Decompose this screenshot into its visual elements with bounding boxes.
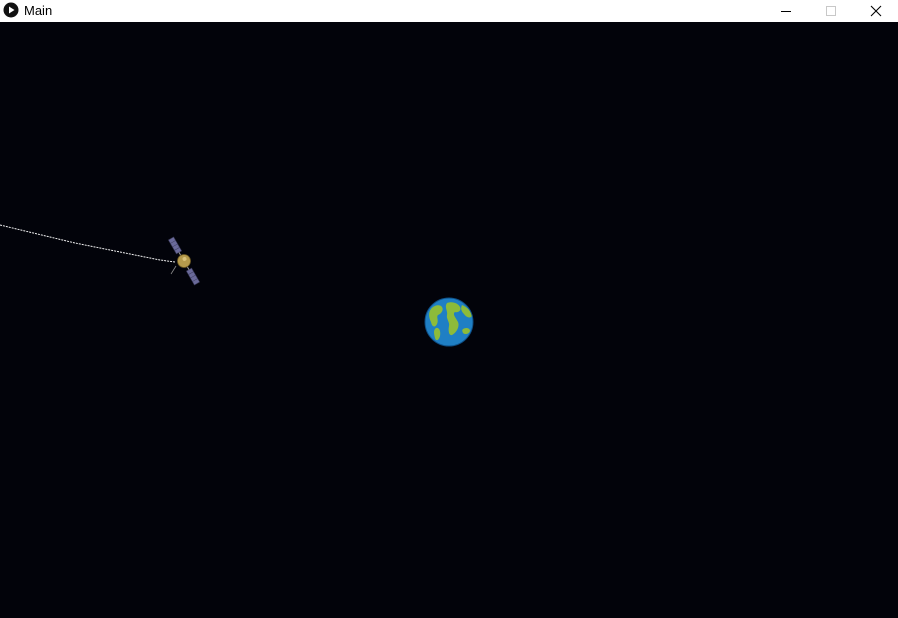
app-window: Main: [0, 0, 898, 618]
space-canvas[interactable]: [0, 22, 898, 618]
maximize-button[interactable]: [808, 0, 854, 22]
orbit-trail: [0, 224, 176, 263]
title-bar[interactable]: Main: [0, 0, 898, 22]
close-icon: [870, 5, 882, 17]
earth-globe-icon: [424, 297, 474, 347]
close-button[interactable]: [853, 0, 898, 22]
play-circle-icon: [3, 2, 19, 18]
maximize-icon: [825, 5, 837, 17]
minimize-icon: [780, 5, 792, 17]
window-title: Main: [24, 3, 53, 18]
minimize-button[interactable]: [763, 0, 809, 22]
satellite-antenna: [170, 265, 177, 275]
